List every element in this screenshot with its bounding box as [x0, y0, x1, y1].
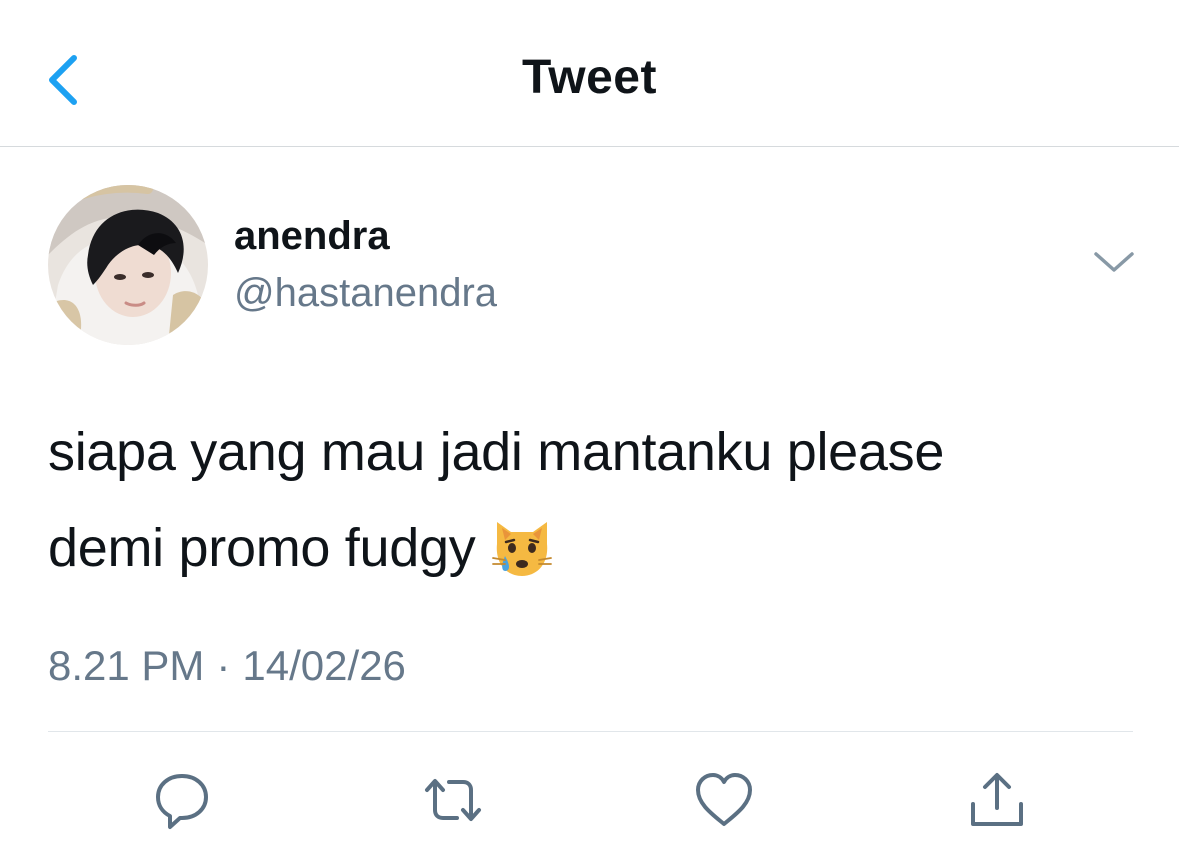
share-button[interactable] [965, 768, 1029, 832]
crying-cat-face-emoji [489, 514, 555, 580]
tweet-time: 8.21 PM [48, 642, 205, 689]
tweet-text-line: siapa yang mau jadi mantanku please [48, 422, 945, 482]
retweet-button[interactable] [421, 768, 485, 832]
tweet-timestamp: 8.21 PM · 14/02/26 [48, 642, 406, 690]
tweet-date: 14/02/26 [242, 642, 406, 689]
top-navigation-bar: Tweet [0, 0, 1179, 147]
chevron-down-icon [1094, 252, 1134, 272]
heart-icon [696, 773, 752, 826]
avatar[interactable] [48, 185, 208, 345]
tweet-text-line: demi promo fudgy [48, 518, 476, 578]
author-display-name[interactable]: anendra [234, 214, 390, 259]
reply-icon [156, 774, 208, 829]
like-button[interactable] [692, 768, 756, 832]
share-icon [971, 773, 1023, 826]
retweet-icon [425, 779, 481, 821]
timestamp-separator: · [216, 642, 231, 689]
author-handle[interactable]: @hastanendra [234, 271, 497, 316]
page-title: Tweet [522, 51, 657, 104]
tweet-text: siapa yang mau jadi mantanku please demi… [48, 404, 1148, 596]
actions-divider [48, 731, 1133, 732]
profile-photo [48, 185, 208, 345]
more-options-button[interactable] [1092, 248, 1136, 278]
reply-button[interactable] [150, 768, 214, 832]
tweet-text-line-with-emoji: demi promo fudgy [48, 500, 1148, 596]
